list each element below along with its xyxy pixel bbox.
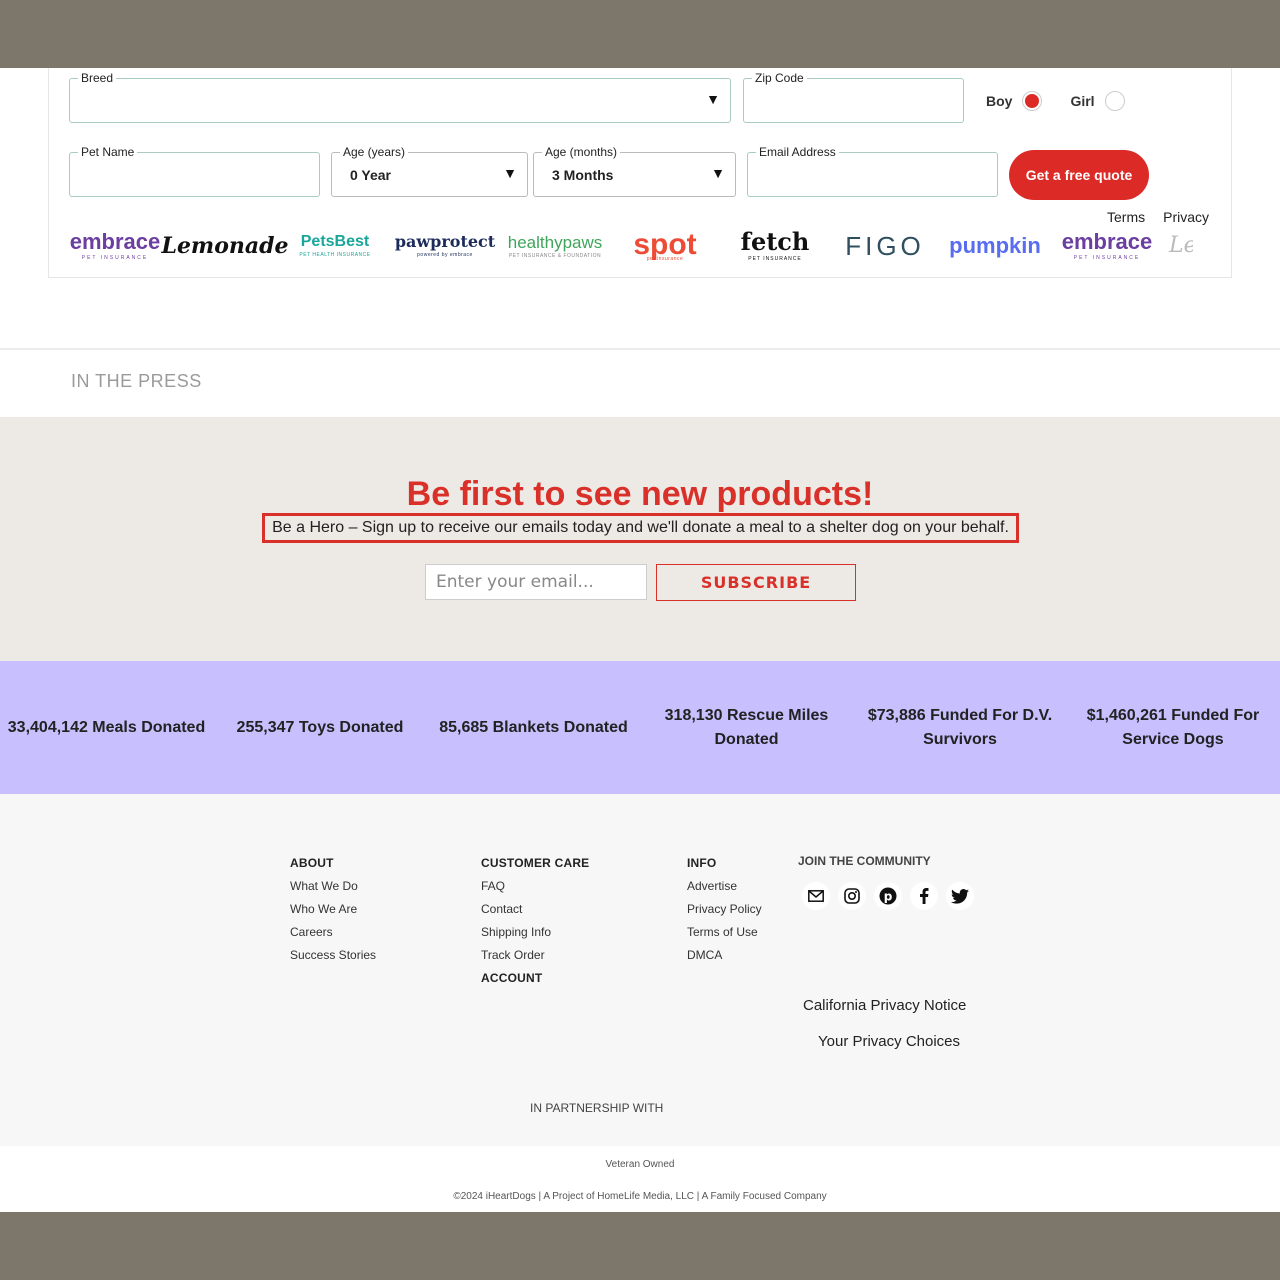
footer-care-column: CUSTOMER CARE FAQ Contact Shipping Info … — [481, 856, 589, 994]
caret-down-icon: ▼ — [503, 165, 517, 181]
footer-link-faq[interactable]: FAQ — [481, 879, 589, 893]
zip-code-label: Zip Code — [752, 71, 807, 85]
section-divider — [0, 348, 1280, 350]
stat-toys: 255,347 Toys Donated — [236, 718, 404, 736]
boy-label: Boy — [986, 93, 1013, 109]
press-heading: IN THE PRESS — [71, 371, 202, 391]
footer-link-shipping[interactable]: Shipping Info — [481, 925, 589, 939]
insurer-logo[interactable]: Lemonade — [161, 224, 288, 268]
stat-service-dogs: $1,460,261 Funded For Service Dogs — [1086, 706, 1260, 748]
instagram-icon[interactable] — [838, 882, 866, 910]
footer-info-column: INFO Advertise Privacy Policy Terms of U… — [687, 856, 762, 971]
insurer-logo[interactable]: pawprotect powered by embrace — [395, 224, 495, 268]
footer-care-heading: CUSTOMER CARE — [481, 856, 590, 870]
boy-radio[interactable] — [1022, 91, 1043, 111]
age-years-value: 0 Year — [350, 167, 392, 183]
page: Breed ▼ Zip Code Boy Girl Pet Name Age (… — [0, 68, 1280, 1212]
privacy-link[interactable]: Privacy — [1163, 209, 1209, 225]
email-address-field[interactable]: Email Address — [747, 145, 998, 197]
footer-link-dmca[interactable]: DMCA — [687, 948, 762, 962]
insurer-logo[interactable]: spot pet insurance — [619, 224, 711, 268]
signup-subtitle: Be a Hero – Sign up to receive our email… — [262, 513, 1019, 543]
newsletter-signup: Be first to see new products! Be a Hero … — [0, 417, 1280, 661]
footer-about-heading: ABOUT — [290, 856, 334, 870]
get-free-quote-button[interactable]: Get a free quote — [1009, 150, 1149, 200]
newsletter-email-input[interactable] — [425, 564, 647, 600]
subscribe-button[interactable]: SUBSCRIBE — [656, 564, 856, 601]
site-footer: ABOUT What We Do Who We Are Careers Succ… — [0, 794, 1280, 1146]
stat-dv-survivors: $73,886 Funded For D.V. Survivors — [867, 706, 1053, 748]
pet-name-label: Pet Name — [78, 145, 138, 159]
footer-info-heading: INFO — [687, 856, 717, 870]
footer-bottom-bar: Veteran Owned ©2024 iHeartDogs | A Proje… — [0, 1146, 1280, 1212]
insurer-logo[interactable]: PetsBest PET HEALTH INSURANCE — [289, 224, 381, 268]
pet-name-field[interactable]: Pet Name — [69, 145, 320, 197]
insurer-logo[interactable]: Le — [1169, 224, 1193, 268]
stat-meals: 33,404,142 Meals Donated — [7, 718, 206, 736]
gender-radio-group: Boy Girl — [986, 91, 1125, 111]
age-months-label: Age (months) — [542, 145, 621, 159]
insurer-logo-carousel: embrace PET INSURANCE Lemonade PetsBest … — [69, 224, 1193, 268]
footer-link-terms[interactable]: Terms of Use — [687, 925, 762, 939]
insurer-logo[interactable]: healthypaws PET INSURANCE & FOUNDATION — [508, 224, 603, 268]
footer-about-column: ABOUT What We Do Who We Are Careers Succ… — [290, 856, 376, 971]
veteran-owned-text: Veteran Owned — [605, 1159, 675, 1170]
breed-select[interactable]: Breed ▼ — [69, 71, 731, 123]
age-years-label: Age (years) — [340, 145, 409, 159]
caret-down-icon: ▼ — [706, 91, 720, 107]
signup-title: Be first to see new products! — [406, 475, 874, 513]
pinterest-icon[interactable]: p — [874, 882, 902, 910]
girl-radio[interactable] — [1104, 91, 1125, 111]
copyright-text: ©2024 iHeartDogs | A Project of HomeLife… — [453, 1191, 827, 1202]
footer-link-privacy-policy[interactable]: Privacy Policy — [687, 902, 762, 916]
girl-label: Girl — [1070, 93, 1095, 109]
terms-link[interactable]: Terms — [1107, 209, 1145, 225]
age-years-select[interactable]: Age (years) 0 Year ▼ — [331, 145, 528, 197]
partnership-heading: IN PARTNERSHIP WITH — [530, 1101, 664, 1115]
breed-label: Breed — [78, 71, 117, 85]
caret-down-icon: ▼ — [711, 165, 725, 181]
impact-stats-bar: 33,404,142 Meals Donated 255,347 Toys Do… — [0, 661, 1280, 794]
footer-link-who-we-are[interactable]: Who We Are — [290, 902, 376, 916]
social-icons: p — [802, 882, 974, 910]
insurer-logo[interactable]: fetch PET INSURANCE — [729, 224, 821, 268]
age-months-value: 3 Months — [552, 167, 614, 183]
insurer-logo[interactable]: FIGO — [839, 224, 931, 268]
footer-account-heading[interactable]: ACCOUNT — [481, 971, 589, 985]
email-icon[interactable] — [802, 882, 830, 910]
footer-link-advertise[interactable]: Advertise — [687, 879, 762, 893]
legal-links: Terms Privacy — [1107, 209, 1209, 225]
footer-link-success-stories[interactable]: Success Stories — [290, 948, 376, 962]
footer-community: JOIN THE COMMUNITY p — [798, 854, 974, 910]
footer-link-careers[interactable]: Careers — [290, 925, 376, 939]
facebook-icon[interactable] — [910, 882, 938, 910]
california-privacy-notice-link[interactable]: California Privacy Notice — [803, 997, 966, 1014]
insurer-logo[interactable]: embrace PET INSURANCE — [1059, 224, 1155, 268]
pet-insurance-quote-form: Breed ▼ Zip Code Boy Girl Pet Name Age (… — [48, 68, 1232, 278]
footer-link-contact[interactable]: Contact — [481, 902, 589, 916]
insurer-logo[interactable]: embrace PET INSURANCE — [69, 224, 161, 268]
age-months-select[interactable]: Age (months) 3 Months ▼ — [533, 145, 736, 197]
twitter-icon[interactable] — [946, 882, 974, 910]
insurer-logo[interactable]: pumpkin — [949, 224, 1041, 268]
stat-blankets: 85,685 Blankets Donated — [439, 718, 628, 736]
email-address-label: Email Address — [756, 145, 839, 159]
footer-link-track-order[interactable]: Track Order — [481, 948, 589, 962]
svg-text:p: p — [884, 890, 893, 904]
zip-code-field[interactable]: Zip Code — [743, 71, 964, 123]
your-privacy-choices-link[interactable]: Your Privacy Choices — [818, 1033, 960, 1050]
community-heading: JOIN THE COMMUNITY — [798, 854, 931, 868]
stat-rescue-miles: 318,130 Rescue Miles Donated — [664, 706, 829, 748]
footer-link-what-we-do[interactable]: What We Do — [290, 879, 376, 893]
